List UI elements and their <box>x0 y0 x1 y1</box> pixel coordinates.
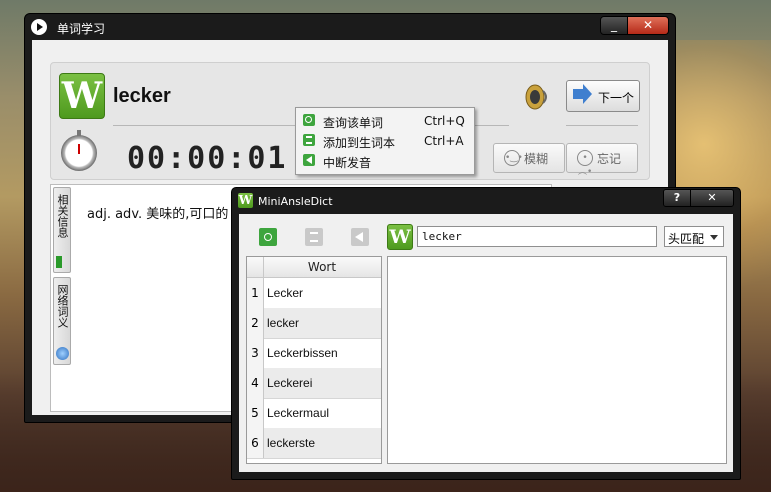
list-item[interactable]: 5 Leckermaul <box>247 398 381 429</box>
row-word: leckerste <box>267 436 316 450</box>
fuzzy-button[interactable]: •‿• 模糊 <box>493 143 565 173</box>
minimize-button[interactable]: _ <box>601 17 627 34</box>
tab-related-info[interactable]: 相关信息 <box>53 187 71 273</box>
row-word: Leckermaul <box>267 406 330 420</box>
menu-item-add-vocab[interactable]: 添加到生词本 Ctrl+A <box>296 130 474 150</box>
definition-panel[interactable] <box>387 256 727 464</box>
row-number: 1 <box>247 278 264 308</box>
row-word: Lecker <box>267 286 304 300</box>
speaker-icon <box>303 154 315 166</box>
neutral-face-icon: •‿• <box>504 150 523 166</box>
title-bar[interactable]: 单词学习 _ ✕ <box>25 14 675 40</box>
row-number: 2 <box>247 308 264 338</box>
next-button[interactable]: 下一个 <box>566 80 640 112</box>
menu-item-label: 查询该单词 <box>323 116 384 130</box>
mini-dict-window: W MiniAnsleDict ? ✕ W lecker 头匹配 Wort 1 … <box>231 187 741 480</box>
w-logo-icon: W <box>238 193 253 208</box>
stopwatch-icon <box>61 130 97 171</box>
current-word: lecker <box>113 85 171 107</box>
match-mode-value: 头匹配 <box>668 232 705 246</box>
forget-button[interactable]: •︵• 忘记 <box>566 143 638 177</box>
window-title: MiniAnsleDict <box>258 195 333 208</box>
divider <box>566 125 638 126</box>
sad-face-icon: •︵• <box>577 150 593 177</box>
arrow-right-icon <box>573 84 592 104</box>
tab-label: 网络词义 <box>56 284 69 328</box>
row-word: lecker <box>267 316 300 330</box>
hourglass-icon <box>303 134 315 146</box>
w-logo-icon: W <box>387 224 413 250</box>
row-word: Leckerei <box>267 376 313 390</box>
w-logo-icon: W <box>59 73 105 119</box>
hourglass-icon[interactable] <box>305 228 323 246</box>
row-word: Leckerbissen <box>267 346 338 360</box>
row-number: 4 <box>247 368 264 398</box>
column-header[interactable]: Wort <box>263 260 381 274</box>
speaker-icon[interactable] <box>351 228 369 246</box>
next-button-label: 下一个 <box>598 91 635 105</box>
forget-button-label: 忘记 <box>597 152 622 166</box>
header-corner <box>247 257 264 277</box>
search-icon <box>303 114 315 126</box>
close-button[interactable]: ✕ <box>690 190 733 206</box>
menu-item-label: 添加到生词本 <box>323 136 396 150</box>
window-controls: _ ✕ <box>600 16 669 35</box>
menu-shortcut: Ctrl+A <box>424 134 464 148</box>
window-title: 单词学习 <box>57 22 106 36</box>
list-item[interactable]: 4 Leckerei <box>247 368 381 399</box>
dict-client: W lecker 头匹配 Wort 1 Lecker 2 lecker 3 Le… <box>239 214 733 472</box>
chevron-down-icon <box>710 235 718 240</box>
fuzzy-button-label: 模糊 <box>524 152 549 166</box>
menu-item-lookup[interactable]: 查询该单词 Ctrl+Q <box>296 110 474 130</box>
speaker-icon[interactable] <box>521 83 553 111</box>
timer-display: 00:00:01 <box>127 141 288 176</box>
context-menu: 查询该单词 Ctrl+Q 添加到生词本 Ctrl+A 中断发音 <box>295 107 475 175</box>
app-play-icon <box>31 19 47 35</box>
menu-item-label: 中断发音 <box>323 156 372 170</box>
close-button[interactable]: ✕ <box>627 17 668 34</box>
list-item[interactable]: 1 Lecker <box>247 278 381 309</box>
list-header: Wort <box>247 257 381 278</box>
word-list: Wort 1 Lecker 2 lecker 3 Leckerbissen 4 … <box>246 256 382 464</box>
list-item[interactable]: 3 Leckerbissen <box>247 338 381 369</box>
row-number: 3 <box>247 338 264 368</box>
tab-label: 相关信息 <box>56 194 69 238</box>
menu-shortcut: Ctrl+Q <box>424 114 465 128</box>
gear-icon[interactable] <box>259 228 277 246</box>
globe-icon <box>56 347 69 360</box>
menu-item-stop-audio[interactable]: 中断发音 <box>296 150 474 170</box>
list-item[interactable]: 2 lecker <box>247 308 381 339</box>
word-meaning: adj. adv. 美味的,可口的 <box>87 207 229 222</box>
row-number: 5 <box>247 398 264 428</box>
search-input[interactable]: lecker <box>417 226 657 247</box>
help-button[interactable]: ? <box>664 190 690 206</box>
list-item[interactable]: 6 leckerste <box>247 428 381 459</box>
title-bar[interactable]: W MiniAnsleDict ? ✕ <box>232 188 740 214</box>
row-number: 6 <box>247 428 264 458</box>
window-controls: ? ✕ <box>663 189 734 207</box>
match-mode-select[interactable]: 头匹配 <box>664 226 724 247</box>
tab-indicator <box>56 256 62 268</box>
tab-web-meaning[interactable]: 网络词义 <box>53 277 71 365</box>
